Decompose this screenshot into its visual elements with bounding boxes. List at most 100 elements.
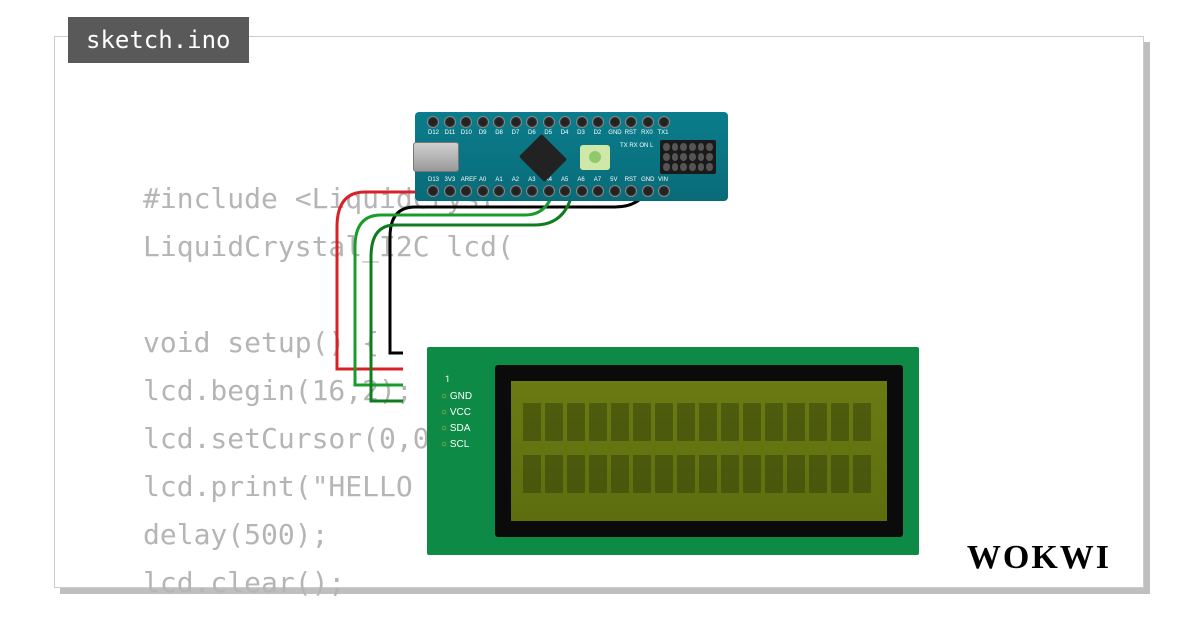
- pin-label: D6: [526, 130, 537, 136]
- pin-aref[interactable]: [460, 185, 472, 197]
- lcd-cell: [567, 403, 585, 441]
- lcd-cell: [699, 403, 717, 441]
- pin-label: 5V: [608, 177, 619, 183]
- lcd-pin-gnd[interactable]: GND: [441, 389, 472, 405]
- lcd-cell: [831, 455, 849, 493]
- pin-a6[interactable]: [576, 185, 588, 197]
- pin-vin[interactable]: [658, 185, 670, 197]
- pin-a4[interactable]: [543, 185, 555, 197]
- lcd-cell: [853, 403, 871, 441]
- lcd-pin-labels: GND VCC SDA SCL: [441, 389, 472, 453]
- lcd-pin-scl[interactable]: SCL: [441, 437, 472, 453]
- pin-a0[interactable]: [477, 185, 489, 197]
- pin-label: D2: [592, 130, 603, 136]
- lcd-pin-sda[interactable]: SDA: [441, 421, 472, 437]
- lcd-cell: [809, 403, 827, 441]
- pin-d11[interactable]: [444, 116, 456, 128]
- pin-label: A2: [510, 177, 521, 183]
- file-tab[interactable]: sketch.ino: [68, 17, 249, 63]
- code-line: void setup() {: [143, 326, 379, 359]
- pin-label: VIN: [657, 177, 668, 183]
- pin-d5[interactable]: [543, 116, 555, 128]
- pin-d8[interactable]: [493, 116, 505, 128]
- pin-label: D12: [428, 130, 439, 136]
- lcd-pin1-marker: 1: [445, 375, 450, 385]
- pin-d6[interactable]: [526, 116, 538, 128]
- pin-d4[interactable]: [559, 116, 571, 128]
- lcd-cell: [545, 403, 563, 441]
- pin-label: D3: [576, 130, 587, 136]
- pin-d7[interactable]: [510, 116, 522, 128]
- lcd-cell: [655, 455, 673, 493]
- pin-label: A1: [494, 177, 505, 183]
- code-line: lcd.print("HELLO WO: [143, 470, 463, 503]
- pin-a7[interactable]: [592, 185, 604, 197]
- pin-label: A5: [559, 177, 570, 183]
- code-line: LiquidCrystal_I2C lcd(: [143, 230, 514, 263]
- lcd-cell: [545, 455, 563, 493]
- lcd-cell: [567, 455, 585, 493]
- pin-a3[interactable]: [526, 185, 538, 197]
- pin-label: D9: [477, 130, 488, 136]
- lcd-cell: [523, 403, 541, 441]
- lcd-cell: [809, 455, 827, 493]
- lcd-row-0: [523, 403, 875, 441]
- file-tab-label: sketch.ino: [86, 26, 231, 54]
- pin-a1[interactable]: [493, 185, 505, 197]
- pin-d10[interactable]: [460, 116, 472, 128]
- pin-label: D8: [494, 130, 505, 136]
- pin-label: D13: [428, 177, 439, 183]
- pin-tx1[interactable]: [658, 116, 670, 128]
- wokwi-logo: WOKWI: [967, 539, 1111, 577]
- icsp-header-icon: [660, 140, 716, 174]
- pin-d13[interactable]: [427, 185, 439, 197]
- pin-rst[interactable]: [625, 185, 637, 197]
- lcd-cell: [765, 455, 783, 493]
- pin-row-bottom: [427, 185, 670, 197]
- lcd-cell: [721, 403, 739, 441]
- usb-port-icon: [413, 142, 459, 172]
- pin-d3[interactable]: [576, 116, 588, 128]
- pin-d2[interactable]: [592, 116, 604, 128]
- pin-rst[interactable]: [625, 116, 637, 128]
- pin-label: AREF: [461, 177, 472, 183]
- pin-label: D4: [559, 130, 570, 136]
- project-card: #include <LiquidCryst LiquidCrystal_I2C …: [54, 36, 1144, 588]
- code-line: lcd.clear();: [143, 566, 345, 599]
- lcd-pin-vcc[interactable]: VCC: [441, 405, 472, 421]
- mcu-chip-icon: [519, 134, 567, 182]
- arduino-nano[interactable]: D12D11D10D9D8D7D6D5D4D3D2GNDRSTRX0TX1 D1…: [415, 112, 728, 201]
- pin-label: A6: [576, 177, 587, 183]
- pin-a5[interactable]: [559, 185, 571, 197]
- lcd-cell: [655, 403, 673, 441]
- pin-3v3[interactable]: [444, 185, 456, 197]
- pin-d9[interactable]: [477, 116, 489, 128]
- pin-label: 3V3: [444, 177, 455, 183]
- lcd-screen: [511, 381, 887, 521]
- board-side-labels: TX RX ON L: [620, 142, 653, 150]
- pin-5v[interactable]: [609, 185, 621, 197]
- lcd-cell: [743, 455, 761, 493]
- pin-gnd[interactable]: [609, 116, 621, 128]
- pin-d12[interactable]: [427, 116, 439, 128]
- lcd-row-1: [523, 455, 875, 493]
- pin-label: RX0: [641, 130, 652, 136]
- pin-label: RST: [625, 130, 636, 136]
- pin-gnd[interactable]: [642, 185, 654, 197]
- lcd-cell: [611, 455, 629, 493]
- pin-rx0[interactable]: [642, 116, 654, 128]
- lcd-cell: [523, 455, 541, 493]
- lcd-cell: [677, 403, 695, 441]
- lcd-cell: [831, 403, 849, 441]
- pin-label: GND: [608, 130, 619, 136]
- pin-label: RST: [625, 177, 636, 183]
- pin-label: GND: [641, 177, 652, 183]
- pin-a2[interactable]: [510, 185, 522, 197]
- pin-label: D7: [510, 130, 521, 136]
- pin-labels-top: D12D11D10D9D8D7D6D5D4D3D2GNDRSTRX0TX1: [428, 130, 668, 136]
- pin-label: D10: [461, 130, 472, 136]
- lcd-cell: [633, 455, 651, 493]
- lcd-cell: [589, 455, 607, 493]
- lcd-cell: [853, 455, 871, 493]
- lcd-16x2-i2c[interactable]: 1 GND VCC SDA SCL: [427, 347, 919, 555]
